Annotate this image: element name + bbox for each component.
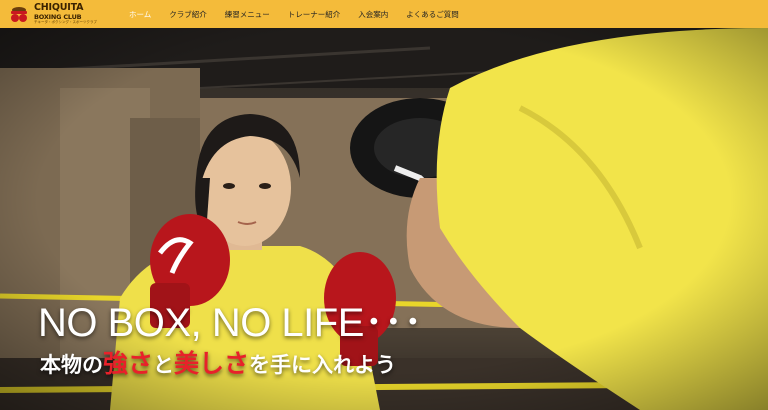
nav-trainers[interactable]: トレーナー紹介 <box>279 9 350 20</box>
nav-faq[interactable]: よくあるご質問 <box>397 9 468 20</box>
tagline-accent-strength: 強さ <box>103 349 154 378</box>
tagline-part1: 本物の <box>40 353 103 377</box>
logo-kana: チキータ・ボクシング・スポーツクラブ <box>34 20 97 25</box>
nav-training-menu[interactable]: 練習メニュー <box>216 9 279 20</box>
hero-tagline: 本物の強さと美しさを手に入れよう <box>40 344 396 380</box>
tagline-part2: と <box>153 353 175 377</box>
boxing-glove-logo-icon <box>8 5 30 23</box>
tagline-part3: を手に入れよう <box>249 353 397 377</box>
tagline-accent-beauty: 美しさ <box>174 349 250 378</box>
nav-home[interactable]: ホーム <box>120 9 160 20</box>
site-logo[interactable]: CHIQUITA BOXING CLUB チキータ・ボクシング・スポーツクラブ <box>8 3 112 25</box>
hero-section: NO BOX, NO LIFE･･･ 本物の強さと美しさを手に入れよう <box>0 28 768 410</box>
hero-headline: NO BOX, NO LIFE･･･ <box>38 301 423 345</box>
site-header: CHIQUITA BOXING CLUB チキータ・ボクシング・スポーツクラブ … <box>0 0 768 28</box>
nav-membership[interactable]: 入会案内 <box>349 9 397 20</box>
logo-name: CHIQUITA <box>34 2 84 14</box>
nav-club-intro[interactable]: クラブ紹介 <box>160 9 216 20</box>
main-nav: ホーム クラブ紹介 練習メニュー トレーナー紹介 入会案内 よくあるご質問 <box>120 0 468 28</box>
